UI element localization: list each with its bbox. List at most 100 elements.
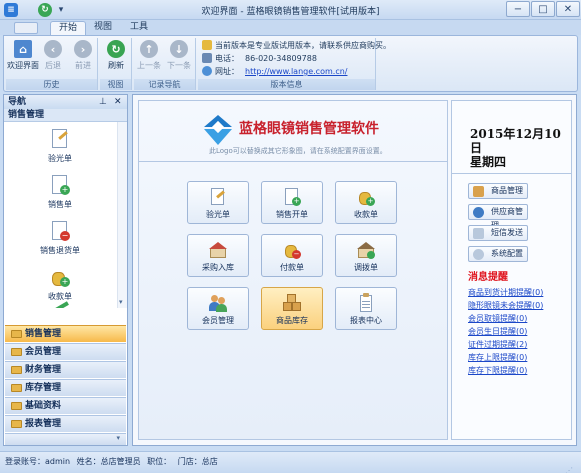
nav-item-sales[interactable]: + 销售单 bbox=[4, 174, 116, 210]
nav-item-partial[interactable] bbox=[4, 301, 116, 308]
home-icon: ⌂ bbox=[14, 40, 32, 58]
nav-category-inventory[interactable]: 库存管理 bbox=[5, 379, 126, 396]
tile-transfer[interactable]: 调拨单 bbox=[335, 234, 397, 277]
reminder-link[interactable]: 会员取镜提醒(0) bbox=[468, 313, 527, 324]
nav-item-label: 销售退货单 bbox=[40, 246, 80, 255]
position-label: 职位： bbox=[147, 457, 172, 466]
maximize-button[interactable]: □ bbox=[531, 1, 555, 17]
tile-label: 采购入库 bbox=[202, 263, 234, 272]
tile-inventory[interactable]: 商品库存 bbox=[261, 287, 323, 330]
forward-arrow-icon: › bbox=[74, 40, 92, 58]
reminder-link[interactable]: 库存上限提醒(0) bbox=[468, 352, 527, 363]
nav-category-basic-data[interactable]: 基础资料 bbox=[5, 397, 126, 414]
tile-payment[interactable]: − 付款单 bbox=[261, 234, 323, 277]
coins-icon: + bbox=[49, 266, 71, 288]
nav-category-label: 财务管理 bbox=[25, 365, 62, 375]
next-record-button[interactable]: ↓ 下一条 bbox=[162, 40, 196, 71]
sales-return-form-icon: − bbox=[49, 220, 71, 242]
notice-text: 当前版本是专业版试用版本，请联系供应商购买。 bbox=[215, 41, 391, 50]
history-group-label: 历史 bbox=[6, 79, 97, 90]
reminder-link[interactable]: 证件过期提醒(2) bbox=[468, 339, 527, 350]
brand-title: 蓝格眼镜销售管理软件 bbox=[239, 121, 379, 137]
tile-sales-order[interactable]: + 销售开单 bbox=[261, 181, 323, 224]
center-divider bbox=[139, 161, 447, 162]
welcome-center-pane: 蓝格眼镜销售管理软件 此Logo可以替换成其它形象图，请在系统配置界面设置。 验… bbox=[138, 100, 448, 440]
weekday-text: 星期四 bbox=[470, 155, 507, 169]
tile-reports[interactable]: 报表中心 bbox=[335, 287, 397, 330]
sales-form-icon: + bbox=[282, 187, 302, 207]
tile-label: 调拨单 bbox=[354, 263, 378, 272]
back-button[interactable]: ‹ 后退 bbox=[36, 40, 70, 71]
nav-overflow-chevron-icon[interactable]: ▾ bbox=[5, 433, 126, 445]
nav-item-receipt[interactable]: + 收款单 bbox=[4, 266, 116, 302]
phone-value: 86-020-34809788 bbox=[245, 54, 317, 63]
name-label: 姓名： bbox=[76, 457, 101, 466]
down-arrow-icon: ↓ bbox=[170, 40, 188, 58]
up-arrow-icon: ↑ bbox=[140, 40, 158, 58]
tile-label: 销售开单 bbox=[276, 210, 308, 219]
version-info-group-label: 版本信息 bbox=[198, 79, 375, 90]
nav-item-label: 验光单 bbox=[48, 154, 72, 163]
warehouse-in-icon bbox=[208, 240, 228, 260]
right-info-pane: 2015年12月10日 星期四 商品管理 供应商管理 短信发送 系统配置 消息提… bbox=[451, 100, 572, 440]
chart-icon bbox=[49, 301, 71, 308]
folder-icon bbox=[11, 348, 22, 356]
sms-send-button[interactable]: 短信发送 bbox=[468, 225, 528, 241]
app-button[interactable] bbox=[14, 22, 38, 34]
nav-header-title: 导航 bbox=[8, 97, 27, 107]
site-link[interactable]: http://www.lange.com.cn/ bbox=[245, 67, 347, 76]
prev-record-button[interactable]: ↑ 上一条 bbox=[132, 40, 166, 71]
tab-tools[interactable]: 工具 bbox=[122, 21, 156, 35]
nav-category-sales[interactable]: 销售管理 bbox=[5, 325, 126, 342]
refresh-button[interactable]: ↻ 刷新 bbox=[99, 40, 133, 71]
optometry-form-icon bbox=[208, 187, 228, 207]
tile-optometry[interactable]: 验光单 bbox=[187, 181, 249, 224]
navigation-panel: 导航 ⊥ ✕ 销售管理 验光单 + 销售单 − 销售退货单 + 收款单 ▾ 销售… bbox=[3, 94, 128, 446]
nav-close-icon[interactable]: ✕ bbox=[114, 95, 122, 109]
forward-button[interactable]: › 前进 bbox=[66, 40, 100, 71]
scroll-down-icon[interactable]: ▾ bbox=[119, 298, 123, 306]
reminder-link[interactable]: 库存下限提醒(0) bbox=[468, 365, 527, 376]
close-window-button[interactable]: ✕ bbox=[556, 1, 580, 17]
view-group-label: 视图 bbox=[100, 79, 131, 90]
reminder-link[interactable]: 隐形眼镜未会提醒(0) bbox=[468, 300, 543, 311]
tab-view[interactable]: 视图 bbox=[86, 21, 120, 35]
store-label: 门店： bbox=[177, 457, 202, 466]
nav-category-label: 库存管理 bbox=[25, 383, 62, 393]
nav-item-optometry[interactable]: 验光单 bbox=[4, 128, 116, 164]
tile-members[interactable]: 会员管理 bbox=[187, 287, 249, 330]
tile-label: 会员管理 bbox=[202, 316, 234, 325]
nav-scrollbar[interactable]: ▾ bbox=[117, 122, 127, 308]
users-icon bbox=[208, 293, 228, 313]
tab-start[interactable]: 开始 bbox=[50, 21, 87, 35]
nav-item-sales-return[interactable]: − 销售退货单 bbox=[4, 220, 116, 256]
system-config-button[interactable]: 系统配置 bbox=[468, 246, 528, 262]
nav-category-label: 基础资料 bbox=[25, 401, 62, 411]
account-value: admin bbox=[45, 457, 71, 466]
nav-category-reports[interactable]: 报表管理 bbox=[5, 415, 126, 432]
resize-grip-icon[interactable]: ⋰ bbox=[565, 461, 575, 473]
quick-button-label: 短信发送 bbox=[491, 228, 523, 237]
reminder-link[interactable]: 商品到货计期提醒(0) bbox=[468, 287, 543, 298]
minimize-button[interactable]: − bbox=[506, 1, 530, 17]
pin-icon[interactable]: ⊥ bbox=[99, 95, 107, 109]
coins-icon: + bbox=[356, 187, 376, 207]
quick-button-label: 商品管理 bbox=[491, 186, 523, 195]
supplier-management-button[interactable]: 供应商管理 bbox=[468, 204, 528, 230]
main-area: 蓝格眼镜销售管理软件 此Logo可以替换成其它形象图，请在系统配置界面设置。 验… bbox=[132, 94, 577, 446]
tile-purchase-in[interactable]: 采购入库 bbox=[187, 234, 249, 277]
history-group: ⌂ 欢迎界面 ‹ 后退 › 前进 历史 bbox=[6, 38, 98, 90]
nav-category-members[interactable]: 会员管理 bbox=[5, 343, 126, 360]
tile-label: 验光单 bbox=[206, 210, 230, 219]
goods-management-button[interactable]: 商品管理 bbox=[468, 183, 528, 199]
nav-category-finance[interactable]: 财务管理 bbox=[5, 361, 126, 378]
nav-section-title: 销售管理 bbox=[4, 109, 127, 122]
message-icon bbox=[473, 228, 484, 239]
reminder-link[interactable]: 会员生日提醒(0) bbox=[468, 326, 527, 337]
forward-label: 前进 bbox=[75, 61, 91, 70]
welcome-button[interactable]: ⌂ 欢迎界面 bbox=[6, 40, 40, 71]
account-label: 登录账号： bbox=[5, 457, 45, 466]
tile-receipt[interactable]: + 收款单 bbox=[335, 181, 397, 224]
refresh-icon: ↻ bbox=[107, 40, 125, 58]
gear-icon bbox=[473, 249, 484, 260]
